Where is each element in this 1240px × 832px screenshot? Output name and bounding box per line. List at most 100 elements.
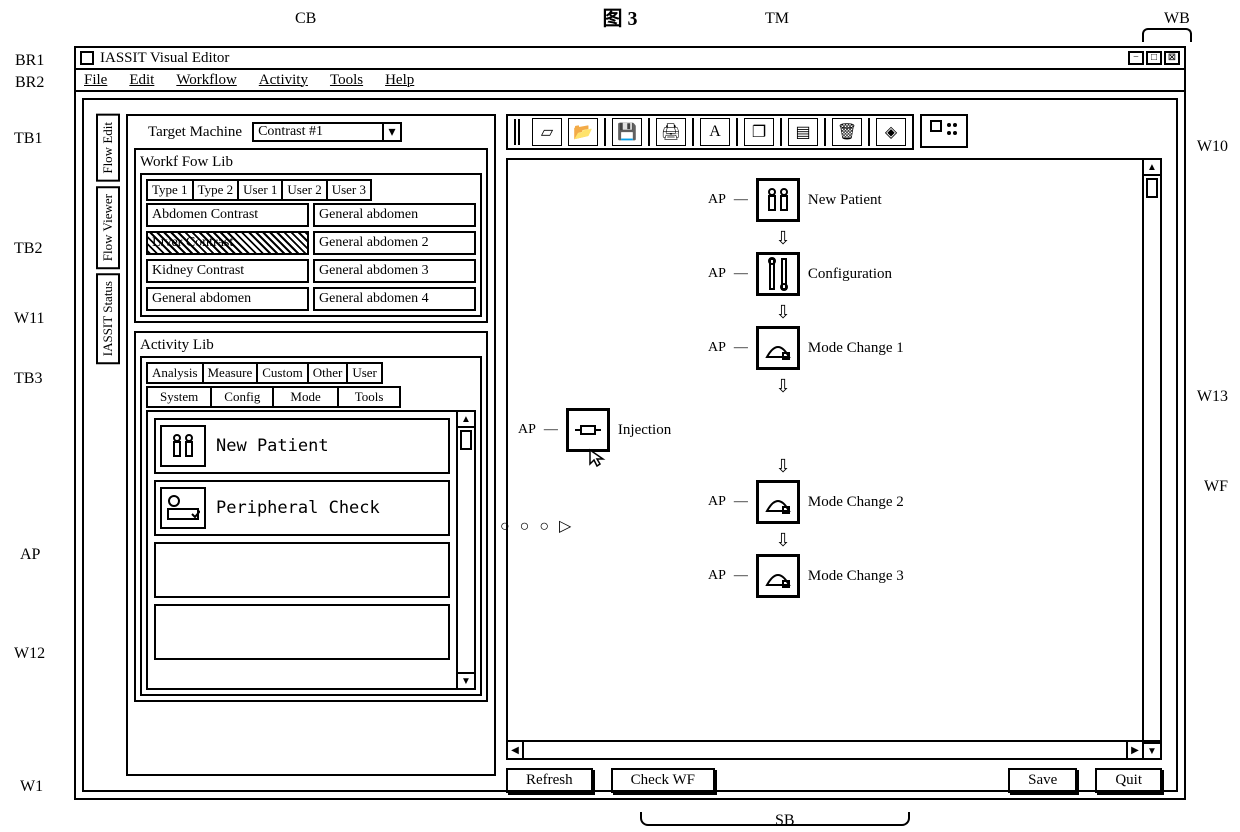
window-buttons: − □ ⊠	[1128, 51, 1180, 65]
scroll-down-icon[interactable]: ▼	[458, 672, 474, 688]
arrow-down-icon: ⇩	[775, 376, 790, 397]
annotation-wf: WF	[1204, 478, 1228, 496]
act-tab-system[interactable]: System	[146, 386, 212, 408]
peripheral-icon	[160, 487, 206, 529]
menu-edit[interactable]: Edit	[129, 72, 154, 89]
toolbar-grip-icon[interactable]	[514, 119, 522, 145]
activity-item-label: Peripheral Check	[216, 498, 380, 518]
toolbar: ▱ 📂 💾 🖨 A ❐ ▤ 🗑	[506, 114, 1162, 150]
figure-title: 图 3	[603, 2, 638, 31]
chevron-down-icon[interactable]: ▾	[382, 124, 400, 140]
act-tab-tools[interactable]: Tools	[337, 386, 402, 408]
list-icon[interactable]: ▤	[788, 118, 818, 146]
flow-node-injection[interactable]: AP— Injection	[518, 408, 671, 452]
flow-node-label: Configuration	[808, 266, 892, 283]
flow-node-mode-change-2[interactable]: AP— Mode Change 2	[708, 480, 904, 524]
menu-file[interactable]: File	[84, 72, 107, 89]
activity-scrollbar[interactable]: ▲ ▼	[456, 412, 474, 688]
tab-flow-edit[interactable]: Flow Edit	[96, 114, 120, 182]
wf-item[interactable]: General abdomen 3	[313, 259, 476, 283]
annotation-br2: BR2	[15, 74, 44, 92]
act-tab-mode[interactable]: Mode	[272, 386, 338, 408]
copy-icon[interactable]: ❐	[744, 118, 774, 146]
scroll-left-icon[interactable]: ◀	[508, 742, 524, 758]
main-window: IASSIT Visual Editor − □ ⊠ File Edit Wor…	[74, 46, 1186, 800]
target-machine-label: Target Machine	[148, 124, 242, 141]
act-tab-analysis[interactable]: Analysis	[146, 362, 204, 384]
toolbar-main: ▱ 📂 💾 🖨 A ❐ ▤ 🗑	[506, 114, 914, 150]
wf-item[interactable]: General abdomen	[146, 287, 309, 311]
workflow-lib-panel: Workf Fow Lib Type 1 Type 2 User 1 User …	[134, 148, 488, 323]
flow-node-mode-change-1[interactable]: AP— Mode Change 1	[708, 326, 904, 370]
flow-node-configuration[interactable]: AP— Configuration	[708, 252, 892, 296]
palette-button[interactable]	[920, 114, 968, 148]
annotation-tb3: TB3	[14, 370, 42, 388]
open-icon[interactable]: 📂	[568, 118, 598, 146]
wf-item[interactable]: Abdomen Contrast	[146, 203, 309, 227]
scroll-right-icon[interactable]: ▶	[1126, 742, 1142, 758]
scroll-thumb[interactable]	[460, 430, 472, 450]
act-tab-config[interactable]: Config	[210, 386, 274, 408]
wf-item-selected[interactable]: Liver Contrast	[146, 231, 309, 255]
flow-node-label: Injection	[618, 422, 671, 439]
wf-tab-user3[interactable]: User 3	[326, 179, 372, 201]
wf-item[interactable]: General abdomen 2	[313, 231, 476, 255]
flow-node-mode-change-3[interactable]: AP— Mode Change 3	[708, 554, 904, 598]
wf-tab-type2[interactable]: Type 2	[192, 179, 240, 201]
wf-tab-type1[interactable]: Type 1	[146, 179, 194, 201]
act-tab-measure[interactable]: Measure	[202, 362, 259, 384]
activity-item[interactable]: New Patient	[154, 418, 450, 474]
menu-workflow[interactable]: Workflow	[176, 72, 236, 89]
bottom-button-bar: Refresh Check WF Save Quit	[506, 768, 1162, 793]
activity-item[interactable]: Peripheral Check	[154, 480, 450, 536]
check-wf-button[interactable]: Check WF	[611, 768, 715, 793]
syringe-icon	[566, 408, 610, 452]
activity-item-empty	[154, 542, 450, 598]
scroll-thumb[interactable]	[1146, 178, 1158, 198]
tab-flow-viewer[interactable]: Flow Viewer	[96, 186, 120, 269]
act-tab-custom[interactable]: Custom	[256, 362, 308, 384]
target-machine-value: Contrast #1	[258, 124, 323, 140]
scroll-up-icon[interactable]: ▲	[458, 412, 474, 428]
wf-tab-user2[interactable]: User 2	[281, 179, 327, 201]
workflow-canvas[interactable]: AP— New Patient ⇩ AP— Con	[508, 160, 1142, 740]
annotation-tm: TM	[765, 10, 789, 28]
menu-bar: File Edit Workflow Activity Tools Help	[76, 70, 1184, 92]
menu-tools[interactable]: Tools	[330, 72, 363, 89]
wf-item[interactable]: General abdomen	[313, 203, 476, 227]
trash-icon[interactable]: 🗑	[832, 118, 862, 146]
flow-node-label: Mode Change 1	[808, 340, 904, 357]
wf-item[interactable]: General abdomen 4	[313, 287, 476, 311]
target-machine-combo[interactable]: Contrast #1 ▾	[252, 122, 402, 142]
annotation-w11: W11	[14, 310, 45, 328]
new-icon[interactable]: ▱	[532, 118, 562, 146]
system-menu-icon[interactable]	[80, 51, 94, 65]
menu-activity[interactable]: Activity	[259, 72, 308, 89]
maximize-button[interactable]: □	[1146, 51, 1162, 65]
save-icon[interactable]: 💾	[612, 118, 642, 146]
print-icon[interactable]: 🖨	[656, 118, 686, 146]
help-icon[interactable]: ◈	[876, 118, 906, 146]
quit-button[interactable]: Quit	[1095, 768, 1162, 793]
scroll-up-icon[interactable]: ▲	[1144, 160, 1160, 176]
tab-iassit-status[interactable]: IASSIT Status	[96, 273, 120, 364]
text-icon[interactable]: A	[700, 118, 730, 146]
wf-item[interactable]: Kidney Contrast	[146, 259, 309, 283]
arrow-down-icon: ⇩	[775, 456, 790, 477]
act-tab-user[interactable]: User	[346, 362, 383, 384]
canvas-h-scrollbar[interactable]: ◀ ▶	[508, 740, 1142, 758]
act-tab-other[interactable]: Other	[307, 362, 349, 384]
save-button[interactable]: Save	[1008, 768, 1077, 793]
arrow-down-icon: ⇩	[775, 228, 790, 249]
annotation-w10: W10	[1197, 138, 1228, 156]
menu-help[interactable]: Help	[385, 72, 414, 89]
flow-node-new-patient[interactable]: AP— New Patient	[708, 178, 882, 222]
cursor-icon	[588, 448, 606, 468]
wf-tab-user1[interactable]: User 1	[237, 179, 283, 201]
canvas-v-scrollbar[interactable]: ▲ ▼	[1142, 160, 1160, 758]
right-column: ▱ 📂 💾 🖨 A ❐ ▤ 🗑	[506, 114, 1162, 776]
refresh-button[interactable]: Refresh	[506, 768, 593, 793]
title-bar: IASSIT Visual Editor − □ ⊠	[76, 48, 1184, 70]
close-button[interactable]: ⊠	[1164, 51, 1180, 65]
minimize-button[interactable]: −	[1128, 51, 1144, 65]
